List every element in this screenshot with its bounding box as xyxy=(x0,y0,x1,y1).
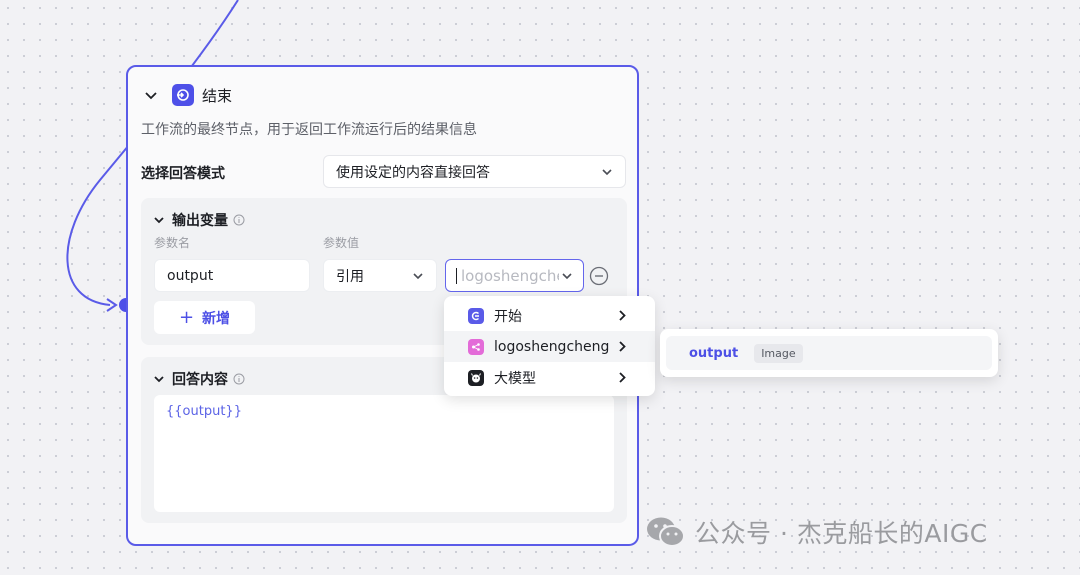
menu-item-logoshengcheng[interactable]: logoshengcheng xyxy=(444,331,655,362)
llm-icon xyxy=(468,369,484,386)
answer-mode-select[interactable]: 使用设定的内容直接回答 xyxy=(323,155,626,188)
menu-item-label: logoshengcheng xyxy=(494,338,610,355)
chevron-right-icon xyxy=(619,372,626,383)
answer-mode-value: 使用设定的内容直接回答 xyxy=(336,164,490,181)
add-variable-label: 新增 xyxy=(202,310,231,327)
answer-content-text: {{output}} xyxy=(166,404,242,419)
menu-item-label: 开始 xyxy=(494,308,522,325)
submenu-item-output[interactable]: output Image xyxy=(666,336,992,370)
plus-icon: + xyxy=(178,307,195,328)
ref-type-select[interactable]: 引用 xyxy=(323,259,437,292)
param-value-placeholder: logoshengcheng xyxy=(461,266,559,285)
answer-mode-label: 选择回答模式 xyxy=(141,166,225,182)
param-value-column-label: 参数值 xyxy=(323,236,360,250)
output-variable-name: output xyxy=(689,345,739,361)
watermark-text: 公众号 · 杰克船长的AIGC xyxy=(695,519,988,548)
chevron-down-icon xyxy=(562,272,572,279)
output-section-header[interactable]: 输出变量 xyxy=(153,210,245,230)
remove-variable-icon[interactable] xyxy=(589,266,609,286)
output-section-title: 输出变量 xyxy=(172,213,228,229)
info-icon[interactable] xyxy=(233,373,245,385)
end-node-icon xyxy=(172,84,194,106)
chevron-down-icon xyxy=(602,168,612,175)
workflow-icon xyxy=(468,338,484,355)
wechat-icon xyxy=(647,517,685,547)
watermark: 公众号 · 杰克船长的AIGC xyxy=(645,514,988,550)
param-value-select[interactable]: logoshengcheng xyxy=(445,259,584,292)
reference-node-menu: 开始 logoshengcheng 大模型 xyxy=(444,296,655,396)
output-type-badge: Image xyxy=(754,343,803,363)
menu-item-label: 大模型 xyxy=(494,370,536,387)
info-icon[interactable] xyxy=(233,214,245,226)
param-name-column-label: 参数名 xyxy=(154,236,191,250)
param-name-input[interactable]: output xyxy=(154,259,310,292)
menu-item-start[interactable]: 开始 xyxy=(444,300,655,331)
text-caret xyxy=(456,267,457,284)
answer-content-editor[interactable]: {{output}} xyxy=(154,395,614,512)
add-variable-button[interactable]: + 新增 xyxy=(154,301,255,334)
node-header: 结束 xyxy=(144,83,232,107)
start-icon xyxy=(468,307,484,324)
answer-section-title: 回答内容 xyxy=(172,372,228,388)
param-name-value: output xyxy=(167,267,214,284)
node-title: 结束 xyxy=(202,86,233,105)
menu-item-llm[interactable]: 大模型 xyxy=(444,362,655,393)
chevron-down-icon xyxy=(154,376,164,383)
node-description: 工作流的最终节点，用于返回工作流运行后的结果信息 xyxy=(141,122,477,138)
answer-section-header[interactable]: 回答内容 xyxy=(153,369,245,389)
ref-type-value: 引用 xyxy=(336,268,364,285)
node-output-submenu: output Image xyxy=(660,329,998,377)
chevron-down-icon[interactable] xyxy=(144,88,158,102)
chevron-down-icon xyxy=(154,217,164,224)
chevron-right-icon xyxy=(619,310,626,321)
chevron-right-icon xyxy=(619,341,626,352)
chevron-down-icon xyxy=(413,272,423,279)
